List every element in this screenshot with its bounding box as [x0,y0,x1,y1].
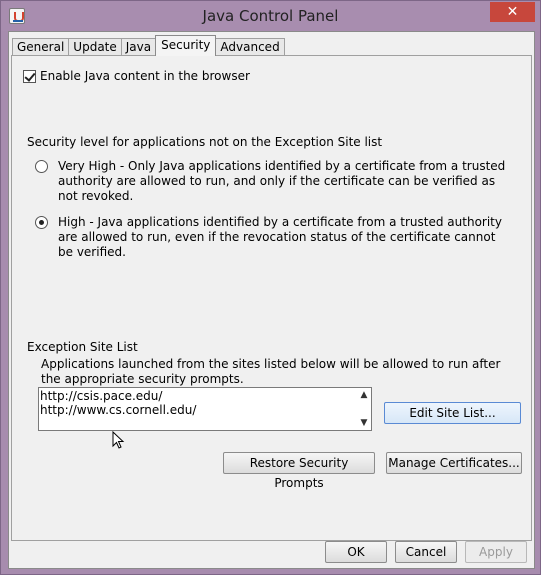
radio-high-row[interactable]: High - Java applications identified by a… [35,215,506,260]
enable-java-checkbox[interactable] [23,69,36,83]
edit-site-list-button[interactable]: Edit Site List... [384,402,521,424]
enable-java-label: Enable Java content in the browser [40,69,250,83]
security-level-heading: Security level for applications not on t… [27,135,383,149]
exception-site-list[interactable]: http://csis.pace.edu/ http://www.cs.corn… [38,387,372,431]
scroll-down-icon[interactable]: ▼ [358,417,370,429]
tab-general[interactable]: General [12,38,70,56]
enable-java-row[interactable]: Enable Java content in the browser [23,69,250,83]
exception-site-description: Applications launched from the sites lis… [41,357,501,386]
radio-very-high-row[interactable]: Very High - Only Java applications ident… [35,159,506,204]
radio-high[interactable] [35,216,48,229]
tab-advanced[interactable]: Advanced [215,38,285,56]
java-control-panel-window: Java Control Panel ✕ General Update Java… [0,0,541,575]
restore-security-prompts-button[interactable]: Restore Security Prompts [223,452,375,490]
list-item[interactable]: http://www.cs.cornell.edu/ [40,403,371,417]
apply-button[interactable]: Apply [465,541,527,563]
security-panel: Enable Java content in the browser Secur… [11,55,532,541]
manage-certificates-button[interactable]: Manage Certificates... [386,452,522,474]
ok-button[interactable]: OK [325,541,387,563]
title-bar[interactable]: Java Control Panel ✕ [1,1,540,31]
cursor-arrow-icon [112,431,125,449]
radio-very-high-label: Very High - Only Java applications ident… [58,159,506,203]
cancel-button[interactable]: Cancel [395,541,457,563]
close-button[interactable]: ✕ [490,2,535,22]
window-title: Java Control Panel [202,7,339,25]
list-item[interactable]: http://csis.pace.edu/ [40,389,371,403]
radio-very-high[interactable] [35,160,48,173]
tab-strip: General Update Java Security Advanced [12,35,285,56]
scroll-up-icon[interactable]: ▲ [358,389,370,401]
tab-java[interactable]: Java [120,38,157,56]
radio-high-label: High - Java applications identified by a… [58,215,502,259]
site-list-items: http://csis.pace.edu/ http://www.cs.corn… [39,388,371,417]
tab-security[interactable]: Security [155,35,217,56]
tab-update[interactable]: Update [68,38,122,56]
dialog-client-area: General Update Java Security Advanced En… [8,31,535,569]
exception-site-heading: Exception Site List [27,340,138,354]
